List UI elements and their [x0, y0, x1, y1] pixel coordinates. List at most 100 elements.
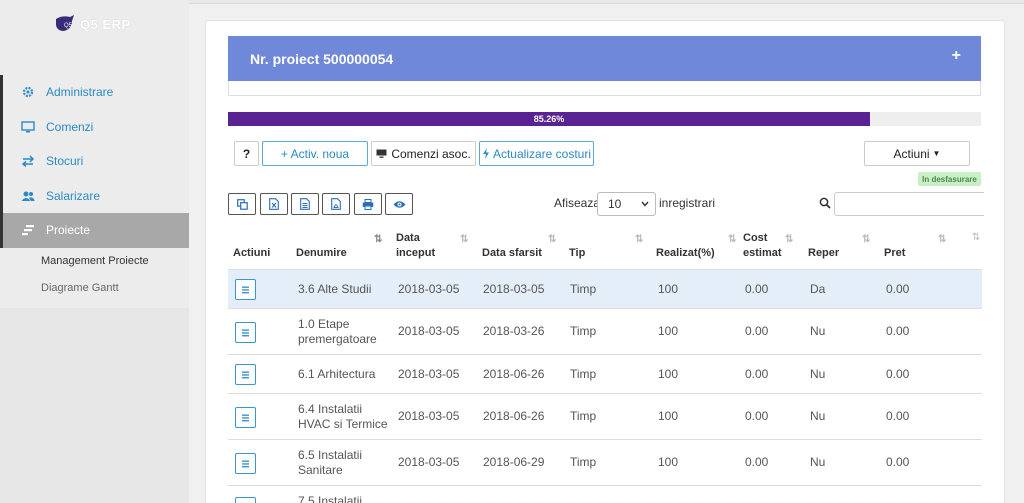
bars-icon	[20, 223, 36, 237]
expand-plus-icon[interactable]: +	[952, 47, 961, 65]
app-logo[interactable]: Q5 Q5 ERP	[54, 15, 131, 33]
sort-icon: ⇅	[862, 234, 871, 245]
actions-dropdown-button[interactable]: Actiuni ▼	[864, 141, 970, 166]
column-header-reper[interactable]: Reper ⇅	[808, 228, 878, 270]
cell-realizat: 100	[658, 324, 679, 338]
page-size-select[interactable]: 10	[597, 192, 656, 216]
row-actions-button[interactable]	[235, 497, 256, 503]
help-button[interactable]: ?	[234, 141, 259, 166]
cell-cost-estimat: 0.00	[745, 366, 769, 381]
cell-realizat: 100	[658, 366, 679, 381]
cell-tip	[570, 486, 640, 503]
bolt-icon	[482, 148, 489, 159]
column-header-tip[interactable]: Tip ⇅	[569, 228, 649, 270]
list-icon	[242, 460, 249, 467]
sidebar-item-salarizare[interactable]: Salarizare	[3, 179, 189, 214]
sidebar-subitem-management-proiecte[interactable]: Management Proiecte	[0, 247, 189, 274]
sidebar: Q5 Q5 ERP Administrare Comenzi Stocuri S…	[0, 0, 189, 503]
table-row[interactable]: 3.6 Alte Studii 2018-03-05 2018-03-05 Timp 1…	[228, 270, 982, 309]
exchange-icon	[20, 154, 36, 168]
table-row[interactable]: 6.5 Instalatii Sanitare 2018-03-05 2018-06…	[228, 440, 982, 486]
list-icon	[242, 414, 249, 421]
cell-data-inceput: 2018-03-05	[398, 455, 460, 469]
row-actions-button[interactable]	[235, 279, 256, 300]
cell-realizat: 100	[658, 455, 679, 469]
cell-pret: 0.00	[886, 324, 910, 338]
cell-cost-estimat: 0.00	[745, 281, 769, 296]
sidebar-item-proiecte[interactable]: Proiecte	[3, 213, 189, 248]
sort-icon: ⇅	[635, 234, 644, 245]
cell-reper: Nu	[810, 455, 826, 469]
column-header-pret[interactable]: Pret ⇅	[884, 228, 959, 270]
cell-realizat	[658, 486, 728, 503]
sidebar-submenu: Management Proiecte Diagrame Gantt	[0, 247, 189, 301]
sort-icon: ⇅	[728, 234, 737, 245]
sidebar-item-label: Stocuri	[46, 154, 84, 169]
table-row[interactable]: 6.1 Arhitectura 2018-03-05 2018-06-26 Timp 1…	[228, 355, 982, 394]
cell-tip: Timp	[570, 366, 597, 381]
sidebar-item-stocuri[interactable]: Stocuri	[3, 144, 189, 179]
caret-down-icon: ▼	[932, 149, 941, 158]
cell-cost-estimat: 0.00	[745, 455, 769, 469]
row-actions-button[interactable]	[235, 453, 256, 474]
sort-icon: ⇅	[548, 234, 557, 245]
actions-label: Actiuni	[893, 146, 930, 161]
cell-pret: 0.00	[886, 366, 910, 381]
cell-denumire: 3.6 Alte Studii	[298, 281, 372, 296]
column-header-denumire[interactable]: Denumire ⇅	[296, 228, 391, 270]
cell-data-inceput: 2018-03-05	[398, 324, 460, 338]
row-actions-button[interactable]	[235, 364, 256, 385]
row-actions-button[interactable]	[235, 407, 256, 428]
page-size-label: Afiseaza	[554, 196, 601, 210]
print-icon	[362, 198, 374, 210]
sort-icon: ⇅	[785, 234, 794, 245]
list-icon	[242, 286, 249, 293]
csv-button[interactable]	[291, 193, 319, 215]
row-actions-button[interactable]	[235, 322, 256, 343]
sidebar-item-administrare[interactable]: Administrare	[3, 75, 189, 110]
users-icon	[20, 189, 36, 203]
excel-button[interactable]	[260, 193, 288, 215]
records-label: inregistrari	[659, 196, 716, 210]
cell-tip: Timp	[570, 324, 597, 338]
copy-icon	[236, 198, 248, 210]
copy-button[interactable]	[228, 193, 256, 215]
pdf-button[interactable]	[322, 193, 350, 215]
cell-denumire: 6.1 Arhitectura	[298, 366, 376, 381]
cell-cost-estimat: 0.00	[745, 409, 769, 423]
cell-reper: Nu	[810, 366, 826, 381]
cell-denumire: 6.4 Instalatii HVAC si Termice	[298, 401, 388, 431]
cell-cost-estimat: 0.00	[745, 324, 769, 338]
table-row[interactable]: 6.4 Instalatii HVAC si Termice 2018-03-05…	[228, 394, 982, 440]
cell-denumire: 7.5 Instalatii	[298, 494, 363, 503]
cell-denumire: 6.5 Instalatii Sanitare	[298, 447, 363, 477]
column-header-realizat[interactable]: Realizat(%) ⇅	[656, 228, 741, 270]
svg-text:Q5: Q5	[64, 23, 73, 29]
column-header-data-sfarsit[interactable]: Data sfarsit ⇅	[482, 228, 562, 270]
list-icon	[242, 371, 249, 378]
cell-data-inceput: 2018-03-05	[398, 281, 460, 296]
column-header-data-inceput[interactable]: Data inceput ⇅	[396, 228, 476, 270]
search-input[interactable]	[834, 192, 984, 216]
update-costs-button[interactable]: Actualizare costuri	[479, 141, 594, 166]
sidebar-item-comenzi[interactable]: Comenzi	[3, 110, 189, 145]
cell-reper	[810, 486, 870, 503]
column-visibility-button[interactable]	[385, 193, 413, 215]
table-header: Actiuni Denumire ⇅ Data inceput ⇅ Data sfa…	[228, 228, 982, 270]
search-icon	[819, 197, 831, 209]
sidebar-footer-area	[0, 308, 189, 503]
table-row[interactable]: 7.5 Instalatii	[228, 486, 982, 503]
print-button[interactable]	[354, 193, 382, 215]
table-row[interactable]: 1.0 Etape premergatoare 2018-03-05 2018-03…	[228, 309, 982, 355]
cell-pret	[886, 486, 956, 503]
csv-icon	[300, 198, 310, 210]
add-activity-button[interactable]: + Activ. noua	[262, 141, 368, 166]
cell-data-sfarsit: 2018-03-05	[483, 281, 545, 296]
sidebar-subitem-diagrame-gantt[interactable]: Diagrame Gantt	[0, 274, 189, 301]
cell-reper: Nu	[810, 324, 826, 338]
page-size-value: 10	[608, 197, 622, 211]
column-header-cost-estimat[interactable]: Cost estimat ⇅	[743, 228, 803, 270]
cell-pret: 0.00	[886, 455, 910, 469]
related-orders-button[interactable]: Comenzi asoc.	[371, 141, 476, 166]
cell-data-inceput: 2018-03-05	[398, 409, 460, 423]
